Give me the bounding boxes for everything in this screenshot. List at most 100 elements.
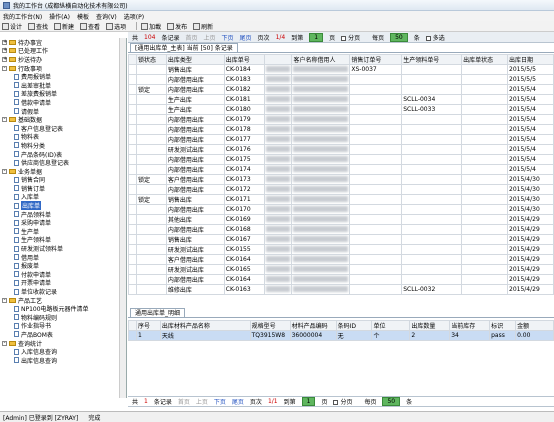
table-row[interactable]: 内部借用出库 CK-0168 2015/4/29 <box>128 224 554 235</box>
expand-toggle-icon[interactable]: + <box>2 56 7 62</box>
table-cell[interactable]: pass <box>489 330 517 341</box>
table-cell[interactable] <box>461 164 508 175</box>
table-cell[interactable]: CK-0174 <box>223 164 265 175</box>
table-cell[interactable]: 36000004 <box>289 330 337 341</box>
table-cell[interactable] <box>135 204 167 215</box>
table-cell[interactable]: 2015/5/4 <box>507 84 554 95</box>
column-header[interactable]: 当前库存 <box>449 320 491 331</box>
table-cell[interactable] <box>349 234 403 245</box>
pager-prev[interactable]: 上页 <box>196 397 208 406</box>
table-cell[interactable] <box>128 164 137 175</box>
table-cell[interactable] <box>291 124 351 135</box>
table-cell[interactable] <box>401 214 463 225</box>
tree-item[interactable]: 供应商信息登记表 <box>0 158 126 167</box>
tree-item[interactable]: - 业务单据 <box>0 167 126 176</box>
tree-scrollbar[interactable] <box>119 38 126 398</box>
table-row[interactable]: 客户借用出库 CK-0164 2015/4/29 <box>128 254 554 265</box>
table-cell[interactable] <box>263 244 293 255</box>
table-row[interactable]: 内部借用出库 CK-0183 2015/5/5 <box>128 74 554 85</box>
table-cell[interactable]: 客户借用出库 <box>165 254 225 265</box>
table-cell[interactable]: CK-0168 <box>223 224 265 235</box>
table-cell[interactable] <box>135 184 167 195</box>
table-cell[interactable]: TQ3915W8 <box>249 330 291 341</box>
tree-item[interactable]: 销售合同 <box>0 176 126 184</box>
pager-last[interactable]: 尾页 <box>232 397 244 406</box>
tree-item[interactable]: 产品领料单 <box>0 210 126 219</box>
table-cell[interactable] <box>263 204 293 215</box>
table-cell[interactable]: 2015/4/30 <box>507 174 554 185</box>
tree-item[interactable]: 产品条码(ID)表 <box>0 150 126 159</box>
table-cell[interactable]: 锁定 <box>135 174 167 185</box>
table-cell[interactable]: 2015/5/4 <box>507 94 554 105</box>
table-cell[interactable]: 2015/5/4 <box>507 124 554 135</box>
tab-main-table[interactable]: [通用出库单_主表] 当前 [50] 条记录 <box>130 43 238 52</box>
table-cell[interactable] <box>461 144 508 155</box>
table-cell[interactable]: CK-0173 <box>223 174 265 185</box>
table-cell[interactable]: CK-0183 <box>223 74 265 85</box>
table-cell[interactable] <box>349 134 403 145</box>
table-cell[interactable] <box>349 214 403 225</box>
tree-item[interactable]: 生产单 <box>0 227 126 236</box>
table-cell[interactable]: 2015/5/4 <box>507 164 554 175</box>
table-cell[interactable] <box>128 104 137 115</box>
table-cell[interactable] <box>263 124 293 135</box>
column-header[interactable]: 客户名称借用人 <box>291 54 351 65</box>
table-cell[interactable]: 销售出库 <box>165 194 225 205</box>
table-cell[interactable]: CK-0184 <box>223 64 265 75</box>
table-cell[interactable] <box>291 194 351 205</box>
table-cell[interactable] <box>263 194 293 205</box>
table-cell[interactable] <box>349 274 403 285</box>
table-cell[interactable]: 其他出库 <box>165 214 225 225</box>
table-cell[interactable] <box>461 194 508 205</box>
table-cell[interactable]: 34 <box>449 330 491 341</box>
table-row[interactable]: 维修出库 CK-0163 SCLL-0032 2015/4/29 <box>128 284 554 295</box>
table-cell[interactable] <box>263 184 293 195</box>
table-cell[interactable] <box>349 244 403 255</box>
table-cell[interactable] <box>349 204 403 215</box>
table-cell[interactable] <box>135 214 167 225</box>
table-cell[interactable] <box>349 264 403 275</box>
table-cell[interactable] <box>135 244 167 255</box>
table-cell[interactable]: 维修出库 <box>165 284 225 295</box>
table-cell[interactable] <box>461 264 508 275</box>
tree-item[interactable]: 请假单 <box>0 107 126 116</box>
table-cell[interactable] <box>401 164 463 175</box>
table-cell[interactable]: 2015/5/4 <box>507 104 554 115</box>
table-cell[interactable]: 2015/4/30 <box>507 194 554 205</box>
expand-toggle-icon[interactable]: - <box>2 168 7 174</box>
tree-item[interactable]: 报废单 <box>0 261 126 270</box>
table-cell[interactable]: 研发测试出库 <box>165 244 225 255</box>
table-cell[interactable] <box>128 274 137 285</box>
table-cell[interactable] <box>291 284 351 295</box>
table-cell[interactable] <box>461 114 508 125</box>
table-cell[interactable]: 2015/5/5 <box>507 64 554 75</box>
column-header[interactable]: 出库单号 <box>223 54 265 65</box>
table-cell[interactable]: CK-0176 <box>223 144 265 155</box>
tree-item[interactable]: 销售订单 <box>0 184 126 193</box>
table-cell[interactable] <box>263 144 293 155</box>
table-cell[interactable]: SCLL-0034 <box>401 94 463 105</box>
tree-item[interactable]: 差旅费报销单 <box>0 90 126 98</box>
table-cell[interactable] <box>128 330 137 341</box>
column-header[interactable] <box>128 54 137 65</box>
table-cell[interactable] <box>461 94 508 105</box>
expand-toggle-icon[interactable]: - <box>2 117 7 123</box>
table-cell[interactable] <box>135 154 167 165</box>
table-row[interactable]: 内部借用出库 CK-0177 2015/5/4 <box>128 134 554 145</box>
table-cell[interactable]: SCLL-0033 <box>401 104 463 115</box>
expand-toggle-icon[interactable]: + <box>2 48 7 54</box>
table-cell[interactable]: 锁定 <box>135 194 167 205</box>
table-cell[interactable] <box>349 174 403 185</box>
table-cell[interactable] <box>291 214 351 225</box>
find-button[interactable]: 查找 <box>28 22 48 31</box>
pager-next[interactable]: 下页 <box>222 33 234 42</box>
table-cell[interactable] <box>401 144 463 155</box>
tree-item[interactable]: 物料编码规则 <box>0 313 126 322</box>
tree-item[interactable]: 开票申请单 <box>0 279 126 287</box>
table-cell[interactable] <box>461 224 508 235</box>
expand-toggle-icon[interactable]: + <box>2 39 7 45</box>
table-cell[interactable]: 2015/4/29 <box>507 214 554 225</box>
table-cell[interactable] <box>135 104 167 115</box>
table-cell[interactable]: 2015/4/29 <box>507 264 554 275</box>
table-cell[interactable] <box>128 154 137 165</box>
